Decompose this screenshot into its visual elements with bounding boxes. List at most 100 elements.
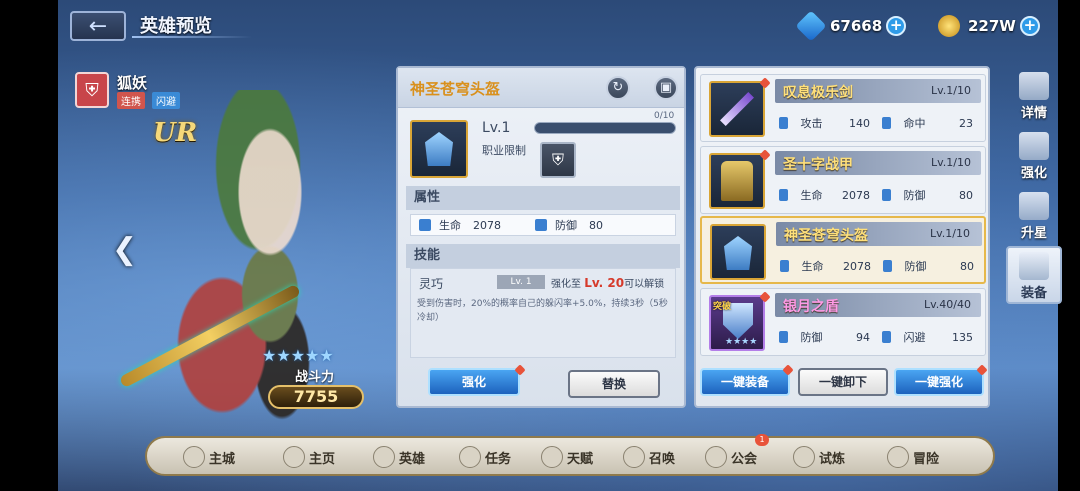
gold-coin-icon xyxy=(938,15,960,37)
breakthrough-badge: 突破 xyxy=(713,302,732,312)
accuracy-icon xyxy=(882,117,892,129)
stat-value: 140 xyxy=(849,116,870,130)
equip-slot-weapon[interactable]: 叹息极乐剑 Lv.1/10 攻击 140 命中 23 xyxy=(700,74,986,142)
add-diamond-button[interactable]: + xyxy=(886,16,907,36)
skill-unlock-text: 强化至 Lv. 20可以解锁 xyxy=(551,275,664,290)
guild-icon xyxy=(705,446,727,468)
chest-icon[interactable]: ▣ xyxy=(654,76,678,100)
refresh-icon[interactable]: ↻ xyxy=(606,76,630,100)
back-button[interactable]: ← xyxy=(70,11,126,41)
equip-level: Lv.40/40 xyxy=(924,298,971,311)
nav-trial[interactable]: 试炼 xyxy=(793,442,845,472)
job-limit-label: 职业限制 xyxy=(482,144,526,157)
hero-portrait xyxy=(150,90,390,430)
nav-guild[interactable]: 公会 xyxy=(705,442,757,472)
screen-edge-left xyxy=(0,0,58,491)
adventure-icon xyxy=(887,446,909,468)
helmet-icon xyxy=(710,224,766,280)
skill-box: 灵巧 Lv. 1 强化至 Lv. 20可以解锁 受到伤害时，20%的概率自己的躲… xyxy=(410,268,676,358)
equip-slot-shield[interactable]: 突破 ★★★★ 银月之盾 Lv.40/40 防御 94 闪避 135 xyxy=(700,288,986,356)
tab-enhance[interactable]: 强化 xyxy=(1006,128,1062,186)
skill-level: Lv. 1 xyxy=(497,275,545,289)
nav-label: 任务 xyxy=(485,451,512,467)
skill-name: 灵巧 xyxy=(419,277,444,291)
equip-stats: 攻击 140 命中 23 xyxy=(775,113,981,133)
nav-hero[interactable]: 英雄 xyxy=(373,442,425,472)
details-icon xyxy=(1019,72,1049,100)
stat-value: 2078 xyxy=(843,259,871,273)
tab-label: 装备 xyxy=(1020,286,1047,301)
gold-value: 227W xyxy=(968,17,1016,35)
enhance-icon xyxy=(1019,132,1049,160)
replace-button[interactable]: 替换 xyxy=(568,370,660,398)
tasks-icon xyxy=(459,446,481,468)
level-progress-text: 0/10 xyxy=(654,111,675,121)
star-icons: ★★★★★ xyxy=(262,346,334,365)
attack-icon xyxy=(779,117,789,129)
nav-main-city[interactable]: 主城 xyxy=(183,442,235,472)
add-gold-button[interactable]: + xyxy=(1019,16,1040,36)
nav-talent[interactable]: 天赋 xyxy=(541,442,593,472)
tab-details[interactable]: 详情 xyxy=(1006,68,1062,126)
skill-description: 受到伤害时，20%的概率自己的躲闪率+5.0%，持续3秒（5秒冷却） xyxy=(417,299,668,323)
equip-stats: 生命 2078 防御 80 xyxy=(775,185,981,205)
home-icon xyxy=(283,446,305,468)
enhance-all-button[interactable]: 一键强化 xyxy=(894,368,984,396)
title-underline xyxy=(132,36,252,38)
attr-value: 80 xyxy=(589,218,603,232)
tab-equipment[interactable]: 装备 xyxy=(1006,246,1062,304)
star-up-icon xyxy=(1019,192,1049,220)
unlock-level: Lv. 20 xyxy=(584,276,625,290)
power-value: 7755 xyxy=(268,385,364,409)
attribute-header: 属性 xyxy=(406,186,680,210)
nav-label: 冒险 xyxy=(913,451,940,467)
summon-icon xyxy=(623,446,645,468)
nav-adventure[interactable]: 冒险 xyxy=(887,442,939,472)
equip-name: 圣十字战甲 xyxy=(783,157,853,173)
tab-star-up[interactable]: 升星 xyxy=(1006,188,1062,246)
job-shield-icon: ⛨ xyxy=(540,142,576,178)
hero-icon xyxy=(373,446,395,468)
nav-tasks[interactable]: 任务 xyxy=(459,442,511,472)
hero-name: 狐妖 xyxy=(117,74,148,92)
hp-icon xyxy=(780,260,790,272)
stat-label: 闪避 xyxy=(903,331,926,344)
equip-name: 叹息极乐剑 xyxy=(783,85,853,101)
castle-icon xyxy=(183,446,205,468)
unequip-all-button[interactable]: 一键卸下 xyxy=(798,368,888,396)
talent-icon xyxy=(541,446,563,468)
nav-home[interactable]: 主页 xyxy=(283,442,335,472)
diamond-value: 67668 xyxy=(830,17,883,35)
currency-gold: 227W + xyxy=(938,14,1040,38)
nav-summon[interactable]: 召唤 xyxy=(623,442,675,472)
equip-level: Lv.1/10 xyxy=(931,84,971,97)
nav-label: 主页 xyxy=(309,451,336,467)
hero-tag-link: 连携 xyxy=(117,92,145,109)
stat-value: 80 xyxy=(960,259,974,273)
nav-label: 公会 xyxy=(731,451,758,467)
equip-all-button[interactable]: 一键装备 xyxy=(700,368,790,396)
stat-label: 防御 xyxy=(800,331,823,344)
equip-level: Lv.1/10 xyxy=(930,227,970,240)
equip-slot-helmet[interactable]: 神圣苍穹头盔 Lv.1/10 生命 2078 防御 80 xyxy=(700,216,986,284)
power-label: 战斗力 xyxy=(295,370,335,385)
enhance-button[interactable]: 强化 xyxy=(428,368,520,396)
tab-label: 强化 xyxy=(1020,166,1047,181)
stat-label: 防御 xyxy=(903,189,926,202)
helmet-icon xyxy=(410,120,468,178)
stat-value: 23 xyxy=(959,116,973,130)
armor-icon xyxy=(709,153,765,209)
page-title: 英雄预览 xyxy=(140,16,212,37)
class-shield-icon: ⛨ xyxy=(75,72,109,108)
hp-icon xyxy=(779,189,789,201)
back-arrow-icon: ← xyxy=(88,13,108,39)
stat-label: 生命 xyxy=(800,189,823,202)
stat-label: 生命 xyxy=(801,260,824,273)
stat-value: 80 xyxy=(959,188,973,202)
unlock-suffix: 可以解锁 xyxy=(624,279,665,290)
stat-label: 攻击 xyxy=(800,117,823,130)
equip-slot-armor[interactable]: 圣十字战甲 Lv.1/10 生命 2078 防御 80 xyxy=(700,146,986,214)
equipment-title: 神圣苍穹头盔 xyxy=(410,80,501,98)
equip-stats: 防御 94 闪避 135 xyxy=(775,327,981,347)
prev-hero-chevron-icon[interactable]: ❮ xyxy=(112,232,137,267)
